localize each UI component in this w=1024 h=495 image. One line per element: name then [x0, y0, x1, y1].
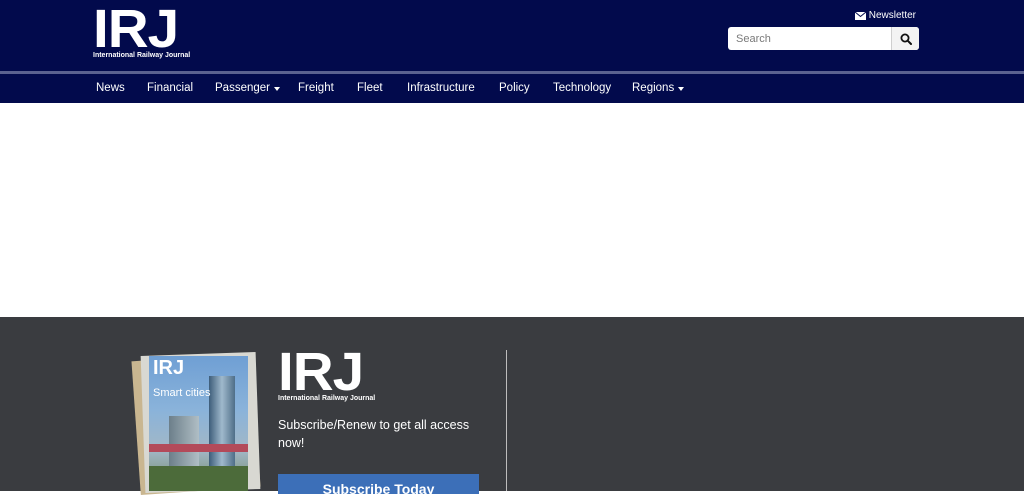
- magazine-cover[interactable]: IRJ Smart cities: [149, 356, 248, 491]
- nav-item-label: Infrastructure: [407, 82, 475, 94]
- footer-divider: [506, 350, 507, 491]
- logo-letters: IRJ: [93, 0, 179, 59]
- search-form: [728, 27, 919, 50]
- footer-irj-logo[interactable]: IRJ International Railway Journal: [278, 345, 382, 404]
- search-icon: [900, 33, 912, 45]
- envelope-icon: [854, 12, 866, 20]
- nav-item-news[interactable]: News: [96, 81, 125, 96]
- nav-item-fleet[interactable]: Fleet: [357, 81, 383, 96]
- nav-item-regions[interactable]: Regions: [632, 81, 685, 96]
- magazine-cover-trees: [149, 466, 248, 491]
- nav-item-financial[interactable]: Financial: [147, 81, 193, 96]
- magazine-cover-train: [149, 444, 248, 452]
- logo-letters: IRJ: [278, 342, 364, 402]
- magazine-headline: Smart cities: [153, 387, 211, 399]
- nav-item-passenger[interactable]: Passenger: [215, 81, 280, 96]
- search-button[interactable]: [891, 27, 919, 50]
- nav-item-label: Regions: [632, 82, 675, 94]
- footer: IRJ Smart cities IRJ International Railw…: [0, 317, 1024, 495]
- nav-item-label: Policy: [499, 82, 530, 94]
- subscribe-text: Subscribe/Renew to get all access now!: [278, 418, 470, 450]
- nav-item-policy[interactable]: Policy: [499, 81, 530, 96]
- site-header: IRJ International Railway Journal Newsle…: [0, 0, 1024, 71]
- nav-item-label: Technology: [553, 82, 612, 94]
- ad-space: [0, 103, 1024, 317]
- nav-item-label: News: [96, 82, 125, 94]
- nav-item-label: Financial: [147, 82, 194, 94]
- magazine-cover-building: [209, 376, 235, 476]
- newsletter-label: Newsletter: [868, 10, 916, 21]
- caret-down-icon: [273, 86, 280, 91]
- search-input[interactable]: [728, 27, 891, 50]
- nav-item-label: Passenger: [215, 82, 270, 94]
- subscribe-button[interactable]: Subscribe Today: [278, 474, 479, 494]
- nav-item-label: Freight: [298, 82, 334, 94]
- irj-logo[interactable]: IRJ International Railway Journal: [93, 2, 197, 61]
- nav-item-infrastructure[interactable]: Infrastructure: [407, 81, 475, 96]
- caret-down-icon: [678, 86, 685, 91]
- magazine-logo: IRJ: [153, 357, 185, 379]
- nav-item-freight[interactable]: Freight: [298, 81, 334, 96]
- nav-item-technology[interactable]: Technology: [553, 81, 611, 96]
- main-nav: News Financial Passenger Freight Fleet I…: [0, 74, 1024, 103]
- newsletter-link[interactable]: Newsletter: [854, 10, 916, 22]
- nav-item-label: Fleet: [357, 82, 383, 94]
